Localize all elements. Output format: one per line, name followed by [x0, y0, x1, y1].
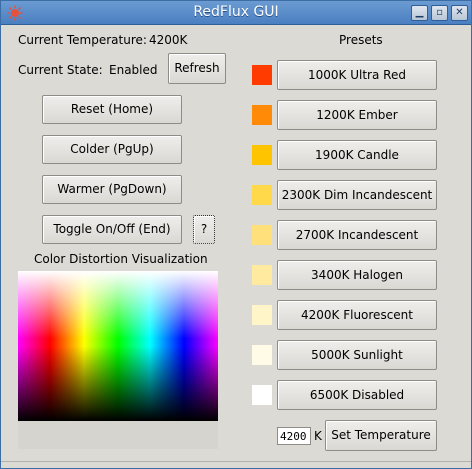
preset-swatch-2700k [252, 225, 272, 245]
main-window: RedFlux GUI ▁ ▫ ✕ Current Temperature: 4… [0, 0, 472, 469]
preset-button-2300k[interactable]: 2300K Dim Incandescent [277, 180, 437, 210]
preset-swatch-6500k [252, 385, 272, 405]
preset-swatch-5000k [252, 345, 272, 365]
warmer-button[interactable]: Warmer (PgDown) [42, 175, 182, 204]
preset-button-2700k[interactable]: 2700K Incandescent [277, 220, 437, 250]
maximize-icon[interactable]: ▫ [431, 5, 448, 21]
preset-button-6500k[interactable]: 6500K Disabled [277, 380, 437, 410]
preset-button-label: 5000K Sunlight [311, 348, 403, 362]
preset-swatch-1000k [252, 65, 272, 85]
status-bar [1, 461, 471, 469]
preset-button-label: 1900K Candle [315, 148, 399, 162]
preset-button-label: 2300K Dim Incandescent [281, 188, 433, 202]
current-state-value: Enabled [109, 63, 158, 77]
preset-button-label: 2700K Incandescent [295, 228, 419, 242]
colder-button-label: Colder (PgUp) [70, 142, 154, 156]
preset-button-label: 4200K Fluorescent [300, 308, 413, 322]
preset-button-1000k[interactable]: 1000K Ultra Red [277, 60, 437, 90]
preset-button-label: 6500K Disabled [309, 388, 405, 402]
color-distortion-visualization [18, 271, 218, 421]
refresh-button[interactable]: Refresh [168, 53, 226, 84]
toggle-button-label: Toggle On/Off (End) [53, 222, 171, 236]
preset-button-3400k[interactable]: 3400K Halogen [277, 260, 437, 290]
temperature-unit-label: K [314, 429, 322, 443]
temperature-input[interactable] [277, 427, 311, 445]
preset-button-4200k[interactable]: 4200K Fluorescent [277, 300, 437, 330]
toggle-button[interactable]: Toggle On/Off (End) [42, 215, 182, 244]
reset-button-label: Reset (Home) [70, 102, 154, 116]
preset-button-1200k[interactable]: 1200K Ember [277, 100, 437, 130]
close-icon[interactable]: ✕ [451, 5, 468, 21]
preset-button-label: 1200K Ember [316, 108, 398, 122]
preset-swatch-4200k [252, 305, 272, 325]
preset-swatch-3400k [252, 265, 272, 285]
preset-swatch-1900k [252, 145, 272, 165]
presets-title: Presets [339, 33, 383, 47]
visualization-footer [18, 421, 218, 449]
colder-button[interactable]: Colder (PgUp) [42, 135, 182, 164]
preset-swatch-2300k [252, 185, 272, 205]
preset-button-5000k[interactable]: 5000K Sunlight [277, 340, 437, 370]
set-temperature-button-label: Set Temperature [331, 428, 431, 442]
minimize-icon[interactable]: ▁ [411, 5, 428, 21]
current-temperature-value: 4200K [149, 33, 188, 47]
title-bar[interactable]: RedFlux GUI ▁ ▫ ✕ [1, 1, 471, 25]
visualization-title: Color Distortion Visualization [34, 252, 208, 266]
preset-button-label: 1000K Ultra Red [308, 68, 406, 82]
help-button[interactable]: ? [193, 215, 215, 244]
set-temperature-button[interactable]: Set Temperature [325, 420, 437, 451]
preset-swatch-1200k [252, 105, 272, 125]
current-temperature-label: Current Temperature: [18, 33, 147, 47]
warmer-button-label: Warmer (PgDown) [57, 182, 167, 196]
current-state-label: Current State: [18, 63, 103, 77]
reset-button[interactable]: Reset (Home) [42, 95, 182, 124]
refresh-button-label: Refresh [174, 61, 220, 75]
preset-button-1900k[interactable]: 1900K Candle [277, 140, 437, 170]
window-title: RedFlux GUI [193, 4, 279, 20]
preset-button-label: 3400K Halogen [311, 268, 403, 282]
help-button-label: ? [200, 222, 208, 236]
